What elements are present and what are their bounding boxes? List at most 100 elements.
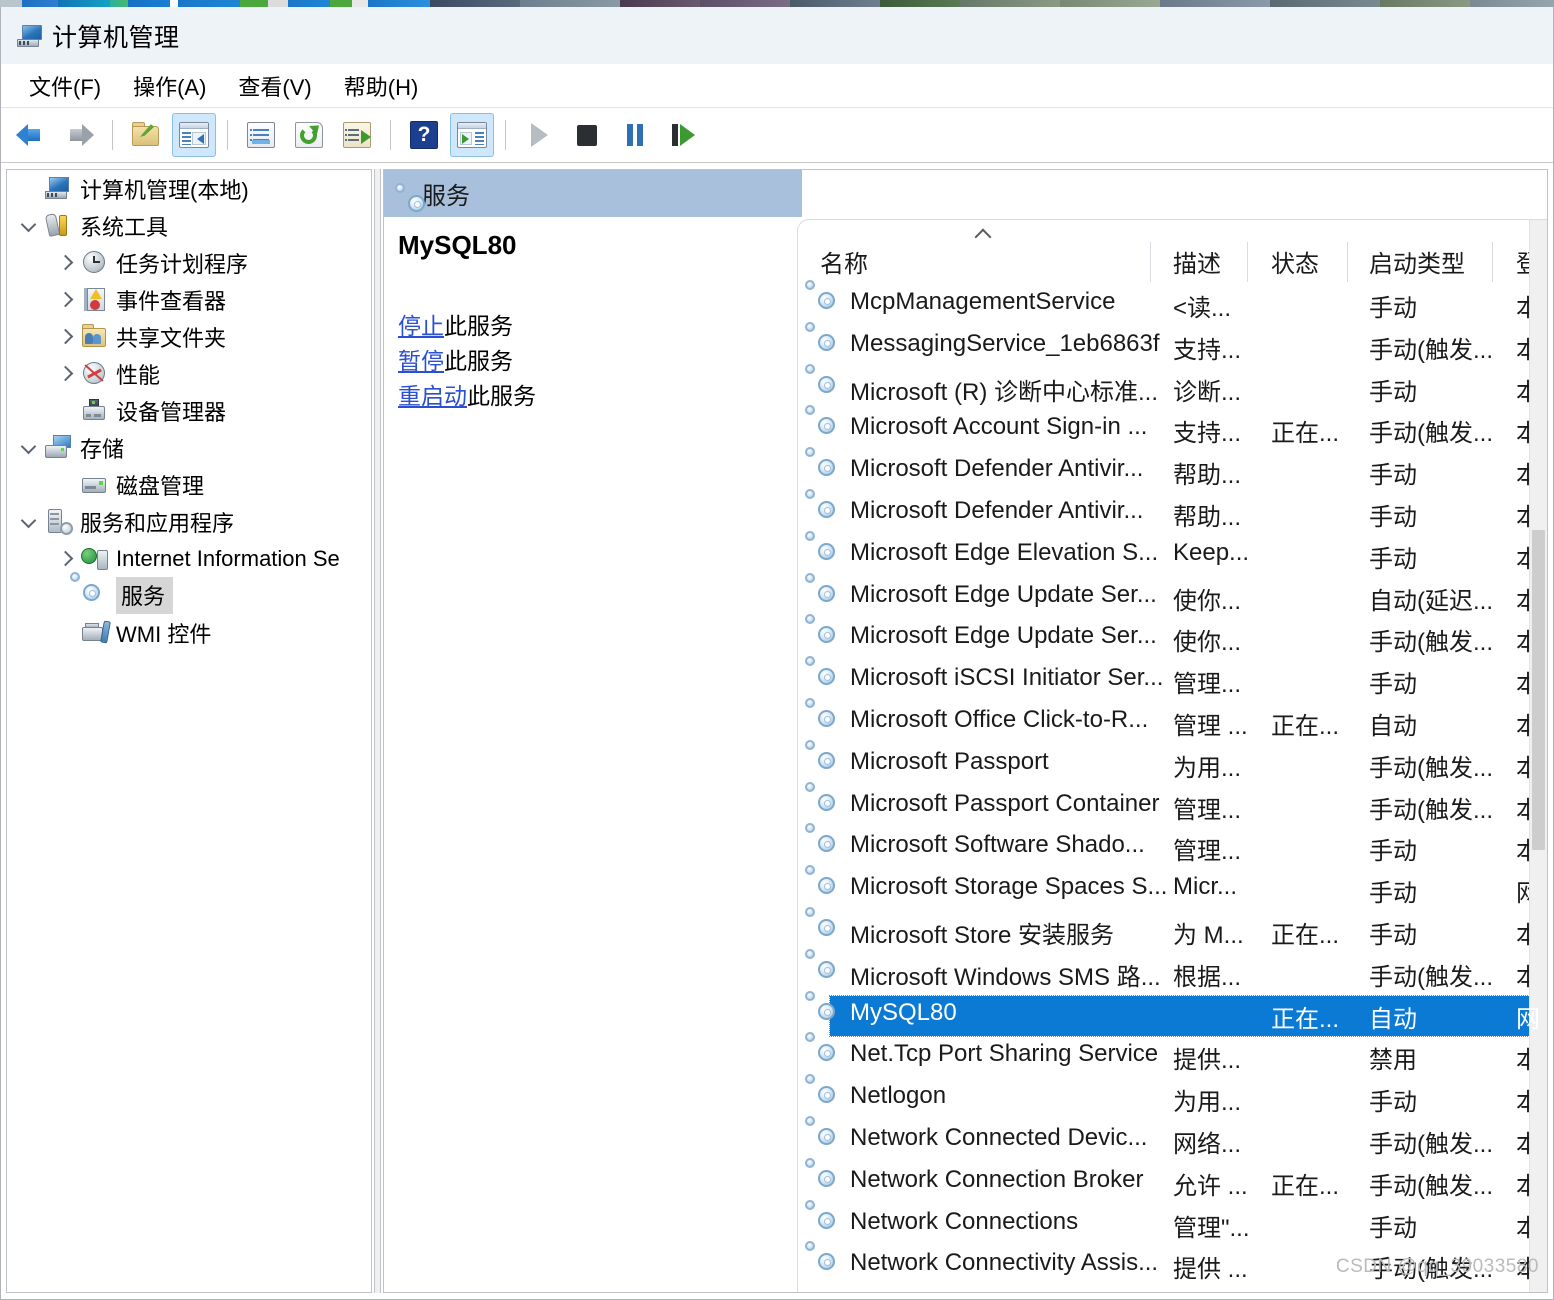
back-button[interactable] bbox=[9, 113, 53, 157]
up-folder-button[interactable] bbox=[124, 113, 168, 157]
twisty-collapsed[interactable] bbox=[49, 330, 81, 344]
properties-button[interactable] bbox=[239, 113, 283, 157]
table-row[interactable]: Microsoft Edge Elevation S... Keep... 手动… bbox=[798, 530, 1547, 577]
menu-action[interactable]: 操作(A) bbox=[117, 67, 222, 105]
cell-startup: 手动(触发... bbox=[1369, 963, 1493, 991]
table-row[interactable]: Microsoft Storage Spaces S... Micr... 手动… bbox=[798, 865, 1547, 911]
table-row[interactable]: Microsoft iSCSI Initiator Ser... 管理... 手… bbox=[798, 656, 1547, 702]
menu-view[interactable]: 查看(V) bbox=[222, 67, 327, 105]
tree-item-task-scheduler[interactable]: 任务计划程序 bbox=[7, 244, 371, 281]
console-tree-pane: 计算机管理(本地) 系统工具 任务计划程序 事件查看器 共享文件夹 性能 设备管… bbox=[6, 169, 372, 1293]
twisty-expanded[interactable] bbox=[13, 515, 45, 529]
refresh-button[interactable] bbox=[287, 113, 331, 157]
table-row[interactable]: Net.Tcp Port Sharing Service 提供... 禁用 本 bbox=[798, 1032, 1547, 1078]
pause-service-link[interactable]: 暂停 bbox=[398, 348, 444, 374]
services-list-scrollbar[interactable] bbox=[1529, 220, 1547, 1292]
cell-description: 帮助... bbox=[1173, 462, 1242, 490]
table-row[interactable]: Microsoft Account Sign-in ... 支持... 正在..… bbox=[798, 405, 1547, 451]
disk-management-icon bbox=[81, 472, 109, 498]
menu-file[interactable]: 文件(F) bbox=[13, 67, 117, 105]
table-row[interactable]: Network Connection Broker 允许 ... 正在... 手… bbox=[798, 1157, 1547, 1204]
table-row[interactable]: McpManagementService <读... 手动 本 bbox=[798, 280, 1547, 326]
help-button[interactable]: ? bbox=[402, 113, 446, 157]
table-row[interactable]: Network Connections 管理"... 手动 本 bbox=[798, 1199, 1547, 1246]
cell-description: 网络... bbox=[1173, 1130, 1242, 1158]
table-row[interactable]: Netlogon 为用... 手动 本 bbox=[798, 1074, 1547, 1120]
tree-item-wmi-control[interactable]: WMI 控件 bbox=[7, 614, 371, 651]
cell-startup: 手动(触发... bbox=[1369, 1130, 1493, 1158]
cell-status: 正在... bbox=[1271, 712, 1340, 740]
cell-startup: 手动 bbox=[1369, 378, 1417, 406]
tree-item-performance[interactable]: 性能 bbox=[7, 355, 371, 392]
table-row[interactable]: Microsoft Office Click-to-R... 管理 ... 正在… bbox=[798, 697, 1547, 744]
tree-item-iis[interactable]: Internet Information Se bbox=[7, 540, 371, 577]
csdn-watermark: CSDN @qq_39033580 bbox=[1335, 1256, 1539, 1277]
table-row[interactable]: Network Connected Devic... 网络... 手动(触发..… bbox=[798, 1115, 1547, 1162]
tree-item-disk-management[interactable]: 磁盘管理 bbox=[7, 466, 371, 503]
sidebar-item-services[interactable]: 服务 bbox=[7, 571, 371, 614]
menu-help[interactable]: 帮助(H) bbox=[328, 67, 435, 105]
cell-startup: 手动(触发... bbox=[1369, 629, 1493, 657]
table-row[interactable]: Microsoft Defender Antivir... 帮助... 手动 本 bbox=[798, 488, 1547, 535]
sort-ascending-icon bbox=[973, 226, 997, 240]
show-hide-action-pane-button[interactable] bbox=[450, 113, 494, 157]
cell-description: 允许 ... bbox=[1173, 1172, 1248, 1200]
column-header-startup-type[interactable]: 启动类型 bbox=[1369, 244, 1465, 279]
cell-description: 为用... bbox=[1173, 754, 1242, 782]
twisty-expanded[interactable] bbox=[13, 219, 45, 233]
column-header-name[interactable]: 名称 bbox=[820, 244, 868, 279]
twisty-collapsed[interactable] bbox=[49, 256, 81, 270]
tree-item-device-manager[interactable]: 设备管理器 bbox=[7, 392, 371, 429]
show-hide-console-tree-button[interactable] bbox=[172, 113, 216, 157]
twisty-collapsed[interactable] bbox=[49, 367, 81, 381]
column-divider[interactable] bbox=[1247, 242, 1248, 282]
tree-item-system-tools[interactable]: 系统工具 bbox=[7, 207, 371, 244]
table-row[interactable]: Microsoft Edge Update Ser... 使你... 自动(延迟… bbox=[798, 572, 1547, 619]
detail-pane-header: 服务 bbox=[384, 170, 802, 217]
column-header-description[interactable]: 描述 bbox=[1173, 244, 1221, 279]
column-divider[interactable] bbox=[1150, 242, 1151, 282]
export-list-button[interactable] bbox=[335, 113, 379, 157]
table-row[interactable]: Microsoft Passport Container 管理... 手动(触发… bbox=[798, 781, 1547, 828]
twisty-expanded[interactable] bbox=[13, 441, 45, 455]
tree-item-label: WMI 控件 bbox=[116, 621, 212, 647]
tree-item-storage[interactable]: 存储 bbox=[7, 429, 371, 466]
tree-item-event-viewer[interactable]: 事件查看器 bbox=[7, 281, 371, 318]
pause-service-button[interactable] bbox=[613, 113, 657, 157]
cell-name: Network Connections bbox=[850, 1207, 1079, 1235]
cell-startup: 手动 bbox=[1369, 545, 1417, 573]
column-header-status[interactable]: 状态 bbox=[1271, 244, 1319, 279]
stop-service-link[interactable]: 停止 bbox=[398, 313, 444, 339]
tree-item-shared-folders[interactable]: 共享文件夹 bbox=[7, 318, 371, 355]
twisty-collapsed[interactable] bbox=[49, 552, 81, 566]
detail-pane: 服务 MySQL80 停止此服务 暂停此服务 重启动此服务 名称 描述 状态 启… bbox=[383, 169, 1548, 1293]
table-row[interactable]: Microsoft Passport 为用... 手动(触发... 本 bbox=[798, 739, 1547, 786]
restart-service-link[interactable]: 重启动 bbox=[398, 383, 467, 409]
pause-service-action: 暂停此服务 bbox=[398, 344, 798, 379]
services-table-header: 名称 描述 状态 启动类型 登 bbox=[798, 242, 1547, 284]
restart-service-button[interactable] bbox=[661, 113, 705, 157]
tree-item-services-and-applications[interactable]: 服务和应用程序 bbox=[7, 503, 371, 540]
table-row[interactable]: Microsoft Defender Antivir... 帮助... 手动 本 bbox=[798, 447, 1547, 493]
scrollbar-thumb[interactable] bbox=[1532, 530, 1545, 850]
table-row[interactable]: Microsoft Windows SMS 路... 根据... 手动(触发..… bbox=[798, 948, 1547, 995]
table-row[interactable]: Microsoft (R) 诊断中心标准... 诊断... 手动 本 bbox=[798, 363, 1547, 410]
column-divider[interactable] bbox=[1492, 242, 1493, 282]
cell-startup: 手动 bbox=[1369, 880, 1417, 908]
table-row-mysql80-selected[interactable]: MySQL80 正在... 自动 网 bbox=[798, 990, 1547, 1037]
show-hide-console-tree-icon bbox=[179, 122, 209, 148]
cell-startup: 手动 bbox=[1369, 1214, 1417, 1242]
forward-button[interactable] bbox=[57, 113, 101, 157]
pane-splitter[interactable] bbox=[374, 169, 381, 1293]
table-row[interactable]: Microsoft Store 安装服务 为 M... 正在... 手动 本 bbox=[798, 906, 1547, 953]
tree-item-computer-management[interactable]: 计算机管理(本地) bbox=[7, 170, 371, 207]
start-service-button[interactable] bbox=[517, 113, 561, 157]
toolbar-separator bbox=[112, 120, 113, 150]
twisty-collapsed[interactable] bbox=[49, 293, 81, 307]
table-row[interactable]: MessagingService_1eb6863f 支持... 手动(触发...… bbox=[798, 321, 1547, 368]
column-divider[interactable] bbox=[1347, 242, 1348, 282]
stop-service-button[interactable] bbox=[565, 113, 609, 157]
table-row[interactable]: Microsoft Edge Update Ser... 使你... 手动(触发… bbox=[798, 614, 1547, 660]
table-row[interactable]: Microsoft Software Shado... 管理... 手动 本 bbox=[798, 823, 1547, 869]
system-tools-icon bbox=[44, 212, 73, 239]
